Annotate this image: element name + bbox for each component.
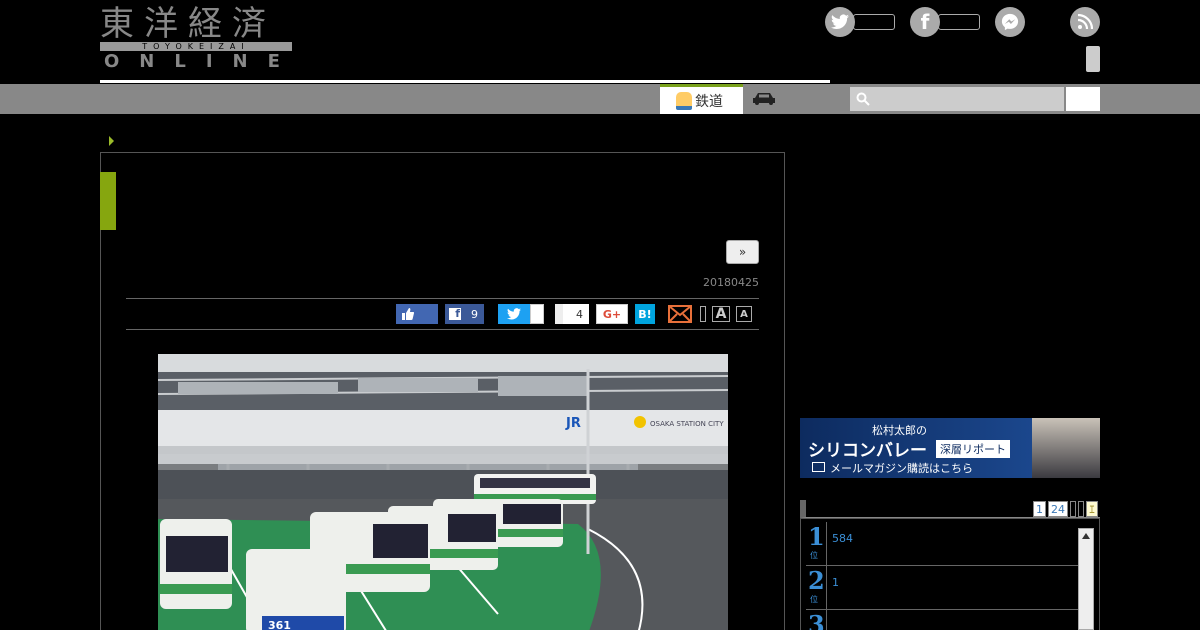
site-logo[interactable]: 東洋経済 TOYOKEIZAI ONLINE: [100, 4, 300, 72]
header-rule: [100, 80, 830, 83]
breadcrumb-arrow-icon: [109, 136, 114, 146]
logo-online: ONLINE: [104, 51, 300, 72]
rank-text: 584: [832, 532, 853, 545]
divider: [126, 329, 759, 330]
ranking-scrollbar[interactable]: [1078, 528, 1094, 630]
ranking-tab-24[interactable]: 24: [1048, 501, 1068, 517]
facebook-follow[interactable]: f: [910, 6, 980, 38]
rank-number: 1: [808, 522, 825, 551]
twitter-share-count: [530, 304, 544, 324]
rank-suffix: 位: [810, 595, 818, 604]
logo-kanji: 東洋経済: [100, 4, 276, 44]
search-input[interactable]: [876, 89, 1056, 109]
google-plus-button[interactable]: G+: [596, 304, 628, 324]
title-accent-bar: [100, 172, 116, 230]
facebook-share-button[interactable]: f 9: [445, 304, 484, 324]
thumbs-up-icon: [402, 308, 414, 320]
menu-button[interactable]: [1086, 46, 1100, 72]
ranking-tab-3[interactable]: [1070, 501, 1076, 517]
article-photo: JR OSAKA STATION CITY 361: [158, 354, 728, 630]
newsletter-banner[interactable]: 松村太郎の シリコンバレー 深層リポート メールマガジン購読はこちら: [800, 418, 1100, 478]
mail-icon: [668, 305, 692, 323]
facebook-share-count: 9: [471, 307, 478, 321]
tab-rail[interactable]: 鉄道: [660, 84, 743, 114]
facebook-icon: f: [910, 7, 940, 37]
divider: [126, 298, 759, 299]
list-item[interactable]: 2 位 1: [806, 566, 1078, 610]
print-button[interactable]: [700, 306, 706, 322]
osaka-station-city-sign: OSAKA STATION CITY: [650, 420, 724, 428]
rank-text: 1: [832, 576, 839, 589]
train-icon: [676, 91, 692, 110]
messenger-icon: [995, 7, 1025, 37]
banner-title: シリコンバレー: [808, 441, 927, 461]
jr-sign: JR: [565, 416, 581, 431]
ranking-tab-5[interactable]: ｴ: [1086, 501, 1098, 517]
twitter-share-button[interactable]: [498, 304, 530, 324]
ranking-tabs: 1 24 ｴ: [1033, 501, 1098, 518]
article-date: 20180425: [703, 276, 759, 289]
email-share-button[interactable]: [668, 304, 694, 324]
font-size-small-button[interactable]: A: [736, 306, 752, 322]
banner-subtitle: 深層リポート: [936, 440, 1010, 458]
rank-number: 3: [808, 610, 825, 630]
author-photo: [1032, 418, 1100, 478]
scroll-up-icon[interactable]: [1082, 533, 1090, 539]
rank-divider: [826, 610, 827, 630]
facebook-count-box: [938, 14, 980, 30]
rss-follow[interactable]: [1070, 6, 1100, 38]
search-icon: [856, 92, 870, 106]
rss-icon: [1070, 7, 1100, 37]
list-item[interactable]: 1 位 584: [806, 522, 1078, 566]
banner-mail-icon: [812, 462, 825, 472]
search-bar: [850, 87, 1064, 111]
twitter-follow[interactable]: [825, 6, 895, 38]
ranking-tab-4[interactable]: [1078, 501, 1084, 517]
ranking-tab-1[interactable]: 1: [1033, 501, 1046, 517]
tab-rail-label: 鉄道: [695, 93, 723, 110]
twitter-share-icon: [507, 308, 521, 320]
font-size-large-button[interactable]: A: [712, 306, 730, 322]
hatena-bookmark-button[interactable]: B!: [635, 304, 655, 324]
twitter-icon: [825, 7, 855, 37]
rank-divider: [826, 566, 827, 610]
pocket-count: 4: [576, 307, 583, 321]
search-button[interactable]: [1066, 87, 1100, 111]
facebook-share-icon: f: [445, 308, 465, 320]
list-item[interactable]: 3: [806, 610, 1078, 630]
page: 東洋経済 TOYOKEIZAI ONLINE f 鉄道 » 20180425 f…: [0, 0, 1200, 630]
pocket-button[interactable]: 4: [555, 304, 589, 324]
bus-route-number: 361: [268, 619, 291, 630]
tab-car[interactable]: [750, 84, 790, 114]
banner-cta: メールマガジン購読はこちら: [830, 462, 973, 475]
rank-divider: [826, 522, 827, 566]
twitter-count-box: [853, 14, 895, 30]
next-page-button[interactable]: »: [726, 240, 759, 264]
rank-number: 2: [808, 566, 825, 595]
like-button[interactable]: [396, 304, 438, 324]
messenger-follow[interactable]: [995, 6, 1025, 38]
car-icon: [753, 93, 775, 105]
rank-suffix: 位: [810, 551, 818, 560]
